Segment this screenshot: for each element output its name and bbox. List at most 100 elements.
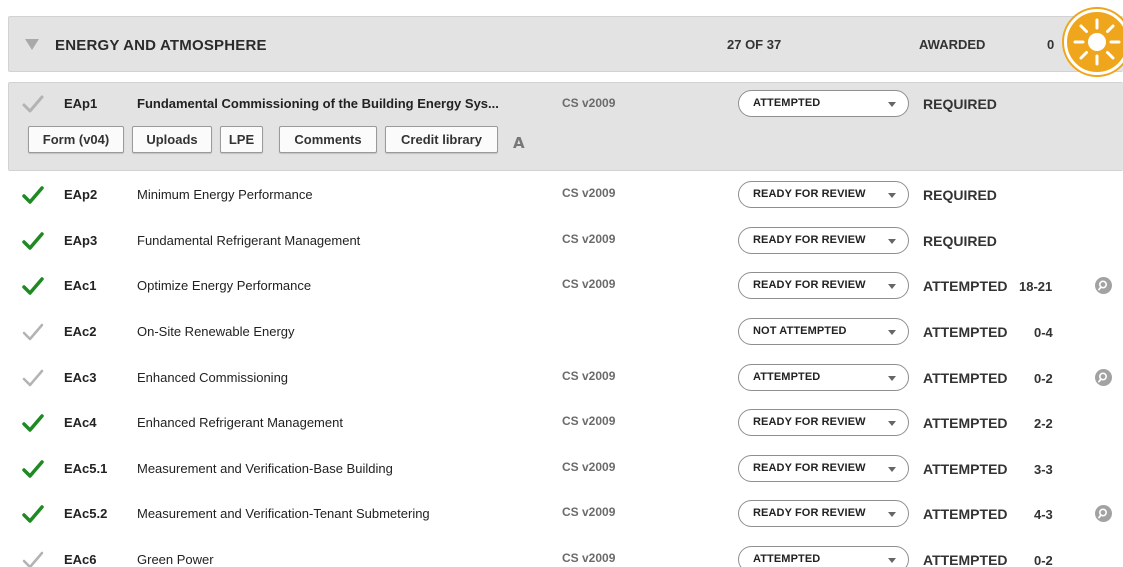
credit-version: CS v2009 [562, 277, 616, 291]
status-dropdown[interactable]: READY FOR REVIEW [738, 500, 909, 527]
requirement-label: ATTEMPTED [923, 415, 1008, 431]
requirement-label: ATTEMPTED [923, 278, 1008, 294]
chevron-down-icon [888, 558, 896, 563]
status-value: NOT ATTEMPTED [753, 325, 847, 337]
font-size-icon[interactable]: A [513, 134, 525, 152]
status-value: READY FOR REVIEW [753, 234, 866, 246]
uploads-button[interactable]: Uploads [132, 126, 212, 153]
credit-row[interactable]: EAp3 Fundamental Refrigerant Management CS… [0, 227, 1123, 273]
check-icon [22, 414, 44, 432]
credit-version: CS v2009 [562, 460, 616, 474]
magnifier-icon[interactable] [1095, 277, 1112, 294]
credit-count: 27 OF 37 [727, 37, 782, 52]
credit-version: CS v2009 [562, 186, 616, 200]
points-range: 4-3 [1034, 507, 1053, 522]
status-value: READY FOR REVIEW [753, 188, 866, 200]
credit-row[interactable]: EAc4 Enhanced Refrigerant Management CS v2… [0, 409, 1123, 455]
status-value: ATTEMPTED [753, 371, 821, 383]
status-dropdown[interactable]: NOT ATTEMPTED [738, 318, 909, 345]
status-dropdown[interactable]: ATTEMPTED [738, 90, 909, 117]
chevron-down-icon [888, 102, 896, 107]
check-icon [22, 551, 44, 567]
section-title: ENERGY AND ATMOSPHERE [55, 37, 267, 54]
chevron-down-icon [888, 467, 896, 472]
credit-name[interactable]: Fundamental Refrigerant Management [137, 233, 360, 248]
credit-version: CS v2009 [562, 551, 616, 565]
requirement-label: ATTEMPTED [923, 461, 1008, 477]
check-icon [22, 277, 44, 295]
credit-name[interactable]: Measurement and Verification-Tenant Subm… [137, 506, 430, 521]
awarded-label: AWARDED [919, 37, 986, 52]
status-value: READY FOR REVIEW [753, 462, 866, 474]
lpe-button[interactable]: LPE [220, 126, 263, 153]
chevron-down-icon [888, 239, 896, 244]
credit-row[interactable]: EAc6 Green Power CS v2009 ATTEMPTED ATTEMPTE… [0, 546, 1123, 567]
magnifier-icon[interactable] [1095, 505, 1112, 522]
chevron-down-icon [888, 330, 896, 335]
points-range: 18-21 [1019, 279, 1053, 294]
check-icon [22, 505, 44, 523]
chevron-down-icon [888, 421, 896, 426]
collapse-arrow-icon[interactable] [25, 39, 39, 50]
credit-code: EAc4 [64, 415, 97, 430]
credit-name[interactable]: Measurement and Verification-Base Buildi… [137, 461, 393, 476]
points-range: 0-4 [1034, 325, 1053, 340]
credit-version: CS v2009 [562, 369, 616, 383]
requirement-label: ATTEMPTED [923, 370, 1008, 386]
requirement-label: REQUIRED [923, 187, 997, 203]
chevron-down-icon [888, 193, 896, 198]
chevron-down-icon [888, 376, 896, 381]
status-dropdown[interactable]: READY FOR REVIEW [738, 409, 909, 436]
credit-row[interactable]: EAp2 Minimum Energy Performance CS v2009 RE… [0, 181, 1123, 227]
status-dropdown[interactable]: READY FOR REVIEW [738, 455, 909, 482]
check-icon [22, 232, 44, 250]
check-icon [22, 186, 44, 204]
credit-name[interactable]: Optimize Energy Performance [137, 278, 311, 293]
status-dropdown[interactable]: ATTEMPTED [738, 364, 909, 391]
check-icon [22, 369, 44, 387]
credit-code: EAc6 [64, 552, 97, 567]
requirement-label: ATTEMPTED [923, 506, 1008, 522]
credit-name[interactable]: Green Power [137, 552, 214, 567]
credit-code: EAp1 [64, 96, 98, 111]
credit-code: EAc5.2 [64, 506, 108, 521]
status-dropdown[interactable]: READY FOR REVIEW [738, 227, 909, 254]
status-dropdown[interactable]: READY FOR REVIEW [738, 272, 909, 299]
status-dropdown[interactable]: READY FOR REVIEW [738, 181, 909, 208]
form-button[interactable]: Form (v04) [28, 126, 124, 153]
points-range: 0-2 [1034, 553, 1053, 567]
credit-name[interactable]: Enhanced Commissioning [137, 370, 288, 385]
credit-version: CS v2009 [562, 414, 616, 428]
credit-library-button[interactable]: Credit library [385, 126, 498, 153]
status-value: READY FOR REVIEW [753, 507, 866, 519]
credit-name[interactable]: On-Site Renewable Energy [137, 324, 295, 339]
status-value: READY FOR REVIEW [753, 279, 866, 291]
credit-row[interactable]: EAc2 On-Site Renewable Energy NOT ATTEMPTE… [0, 318, 1123, 364]
credit-code: EAc1 [64, 278, 97, 293]
status-dropdown[interactable]: ATTEMPTED [738, 546, 909, 567]
check-icon [22, 95, 44, 113]
credit-name[interactable]: Enhanced Refrigerant Management [137, 415, 343, 430]
credit-row[interactable]: EAc5.1 Measurement and Verification-Base … [0, 455, 1123, 501]
credit-row[interactable]: EAc3 Enhanced Commissioning CS v2009 ATTEMP… [0, 364, 1123, 410]
status-value: ATTEMPTED [753, 97, 821, 109]
magnifier-icon[interactable] [1095, 369, 1112, 386]
check-icon [22, 460, 44, 478]
requirement-label: REQUIRED [923, 233, 997, 249]
chevron-down-icon [888, 512, 896, 517]
credit-code: EAp3 [64, 233, 98, 248]
requirement-label: REQUIRED [923, 96, 997, 112]
credit-version: CS v2009 [562, 505, 616, 519]
credit-name[interactable]: Fundamental Commissioning of the Buildin… [137, 96, 499, 111]
comments-button[interactable]: Comments [279, 126, 377, 153]
points-range: 0-2 [1034, 371, 1053, 386]
status-value: READY FOR REVIEW [753, 416, 866, 428]
credit-version: CS v2009 [562, 232, 616, 246]
credit-version: CS v2009 [562, 96, 616, 110]
section-header[interactable]: ENERGY AND ATMOSPHERE 27 OF 37 AWARDED 0 [8, 16, 1123, 72]
credit-row[interactable]: EAc5.2 Measurement and Verification-Tenan… [0, 500, 1123, 546]
chevron-down-icon [888, 284, 896, 289]
credit-name[interactable]: Minimum Energy Performance [137, 187, 313, 202]
sun-icon [1064, 9, 1123, 75]
credit-row[interactable]: EAc1 Optimize Energy Performance CS v2009 R… [0, 272, 1123, 318]
